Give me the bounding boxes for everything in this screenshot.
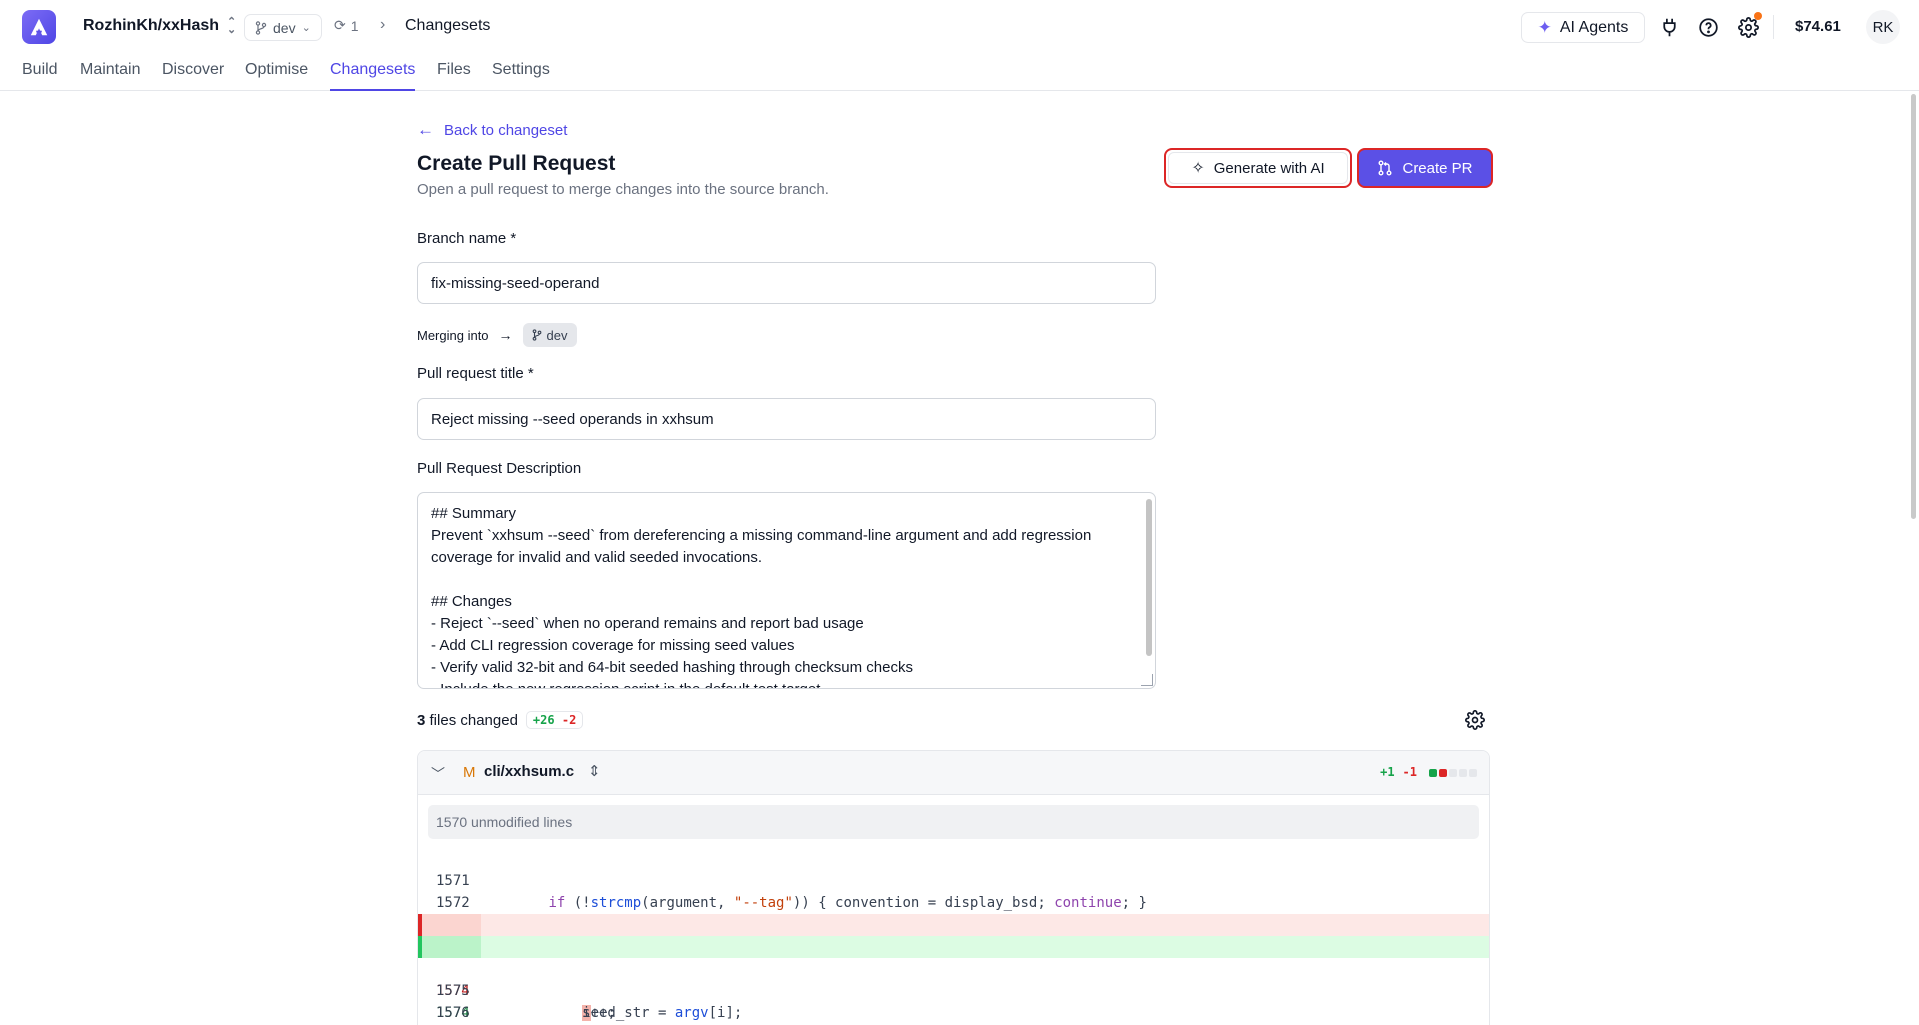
resize-handle[interactable] (1141, 674, 1153, 686)
files-changed-summary: 3 files changed +26 -2 (417, 711, 584, 729)
unmodified-lines-expander[interactable]: 1570 unmodified lines (428, 805, 1479, 839)
app-logo-icon[interactable] (22, 10, 56, 44)
git-branch-icon (255, 20, 267, 35)
page-subtitle: Open a pull request to merge changes int… (417, 181, 829, 198)
description-line: - Add CLI regression coverage for missin… (431, 637, 795, 654)
textarea-scrollbar[interactable] (1146, 499, 1152, 656)
pr-title-label: Pull request title * (417, 365, 534, 382)
help-circle-icon[interactable] (1696, 15, 1720, 39)
arrow-right-icon: → (498, 327, 513, 343)
code-line: 1573 const char* seed_str; (418, 892, 1489, 955)
tab-files[interactable]: Files (437, 61, 471, 91)
chevron-right-icon: › (380, 16, 386, 33)
pr-title-input[interactable]: Reject missing --seed operands in xxhsum (417, 398, 1156, 440)
files-changed-count: 3 (417, 711, 426, 729)
refresh-icon: ⟳ (334, 17, 346, 33)
file-additions: +1 (1380, 765, 1395, 779)
description-line: ## Changes (431, 593, 512, 610)
sparkles-icon: ✧ (1191, 160, 1205, 177)
generate-with-ai-button[interactable]: ✧ Generate with AI (1164, 148, 1352, 188)
git-pull-request-icon (1378, 160, 1392, 176)
sparkle-icon: ✦ (1537, 17, 1552, 37)
total-additions: +26 (532, 713, 555, 727)
top-bar: RozhinKh/xxHash ⌃ ⌄ dev ⌄ ⟳ 1 › Changeset… (0, 0, 1919, 54)
page-scrollbar[interactable] (1911, 94, 1916, 519)
branch-selector[interactable]: dev ⌄ (244, 14, 322, 41)
gutter (422, 914, 481, 936)
diff-settings-gear-icon[interactable] (1465, 710, 1485, 730)
pr-description-label: Pull Request Description (417, 460, 582, 477)
chevron-down-icon: ⌄ (301, 22, 311, 34)
sync-status[interactable]: ⟳ 1 (334, 17, 359, 34)
description-line: - Include the new regression script in t… (431, 679, 1135, 688)
description-line: ## Summary (431, 505, 517, 522)
file-status-badge: M (463, 764, 476, 781)
notification-dot (1754, 12, 1762, 20)
tab-maintain[interactable]: Maintain (80, 61, 140, 91)
back-to-changeset-link[interactable]: ← Back to changeset (417, 120, 567, 140)
files-changed-label: files changed (429, 711, 518, 729)
description-line: - Verify valid 32-bit and 64-bit seeded … (431, 659, 913, 676)
divider (1773, 15, 1774, 39)
sync-count: 1 (350, 17, 359, 34)
code-line: 1572 if (!strcmp(argument, "--seed") ){ (418, 870, 1489, 933)
back-link-label: Back to changeset (444, 121, 568, 139)
create-pr-label: Create PR (1402, 159, 1473, 177)
chevron-updown-icon: ⌃ ⌄ (227, 16, 237, 36)
file-diff-stat: +1 -1 (1380, 765, 1417, 779)
ai-agents-label: AI Agents (1559, 18, 1629, 36)
file-deletions: -1 (1402, 765, 1417, 779)
tab-settings[interactable]: Settings (492, 61, 550, 91)
code-line: 1575 seed_str = argv[i]; (418, 958, 1489, 1021)
file-diff-card: ﹀ M cli/xxhsum.c ⇕ +1 -1 1570 unmodified… (417, 750, 1490, 1025)
description-line (431, 569, 1135, 591)
file-diff-header[interactable]: ﹀ M cli/xxhsum.c ⇕ +1 -1 (418, 751, 1489, 795)
generate-label: Generate with AI (1213, 159, 1325, 177)
diff-stat-badge: +26 -2 (525, 711, 584, 729)
tab-discover[interactable]: Discover (162, 61, 224, 91)
target-branch-badge: dev (522, 323, 577, 347)
balance[interactable]: $74.61 (1795, 18, 1841, 35)
branch-name: dev (273, 19, 296, 36)
merging-into: Merging into → dev (417, 323, 577, 347)
total-deletions: -2 (561, 713, 577, 727)
code-diff: 1571 if (!strcmp(argument, "--tag")) { c… (418, 848, 1489, 1024)
description-line: Prevent `xxhsum --seed` from dereferenci… (431, 527, 1096, 566)
plug-icon[interactable] (1657, 15, 1681, 39)
code-line-added: 1574 if (++i >= argc) return XSUM_badusa… (418, 936, 1489, 1021)
diff-stat-blocks (1429, 769, 1477, 777)
gutter (422, 936, 481, 958)
code-line: 1577 case algo_xxh32 : g_default_seed_u3… (418, 1002, 1489, 1024)
gear-icon[interactable] (1736, 12, 1762, 39)
page-title: Create Pull Request (417, 152, 616, 175)
ai-agents-button[interactable]: ✦ AI Agents (1521, 12, 1645, 43)
file-name: cli/xxhsum.c (484, 763, 575, 780)
target-branch-name: dev (546, 327, 568, 343)
tab-changesets[interactable]: Changesets (330, 61, 416, 91)
pr-description-textarea[interactable]: ## Summary Prevent `xxhsum --seed` from … (417, 492, 1156, 689)
create-pr-button[interactable]: Create PR (1357, 148, 1493, 188)
merging-label: Merging into (417, 327, 489, 343)
repo-selector[interactable]: RozhinKh/xxHash ⌃ ⌄ (83, 16, 237, 36)
expand-vertical-icon[interactable]: ⇕ (588, 762, 601, 780)
tab-build[interactable]: Build (22, 61, 58, 91)
tab-optimise[interactable]: Optimise (245, 61, 308, 91)
code-line: 1571 if (!strcmp(argument, "--tag")) { c… (418, 848, 1489, 911)
arrow-left-icon: ← (417, 120, 434, 139)
code-line: 1576 switch( algo ){ (418, 980, 1489, 1021)
avatar[interactable]: RK (1866, 10, 1900, 44)
nav-tabs: Build Maintain Discover Optimise Changes… (0, 54, 1919, 91)
repo-name: RozhinKh/xxHash (83, 17, 220, 34)
breadcrumb: Changesets (405, 17, 491, 34)
branch-name-label: Branch name * (417, 230, 517, 247)
chevron-down-icon[interactable]: ﹀ (431, 764, 445, 784)
branch-name-input[interactable]: fix-missing-seed-operand (417, 262, 1156, 304)
description-line: - Reject `--seed` when no operand remain… (431, 615, 864, 632)
git-branch-icon (532, 329, 541, 341)
code-line-removed: 1574 i++; (418, 914, 1489, 1021)
